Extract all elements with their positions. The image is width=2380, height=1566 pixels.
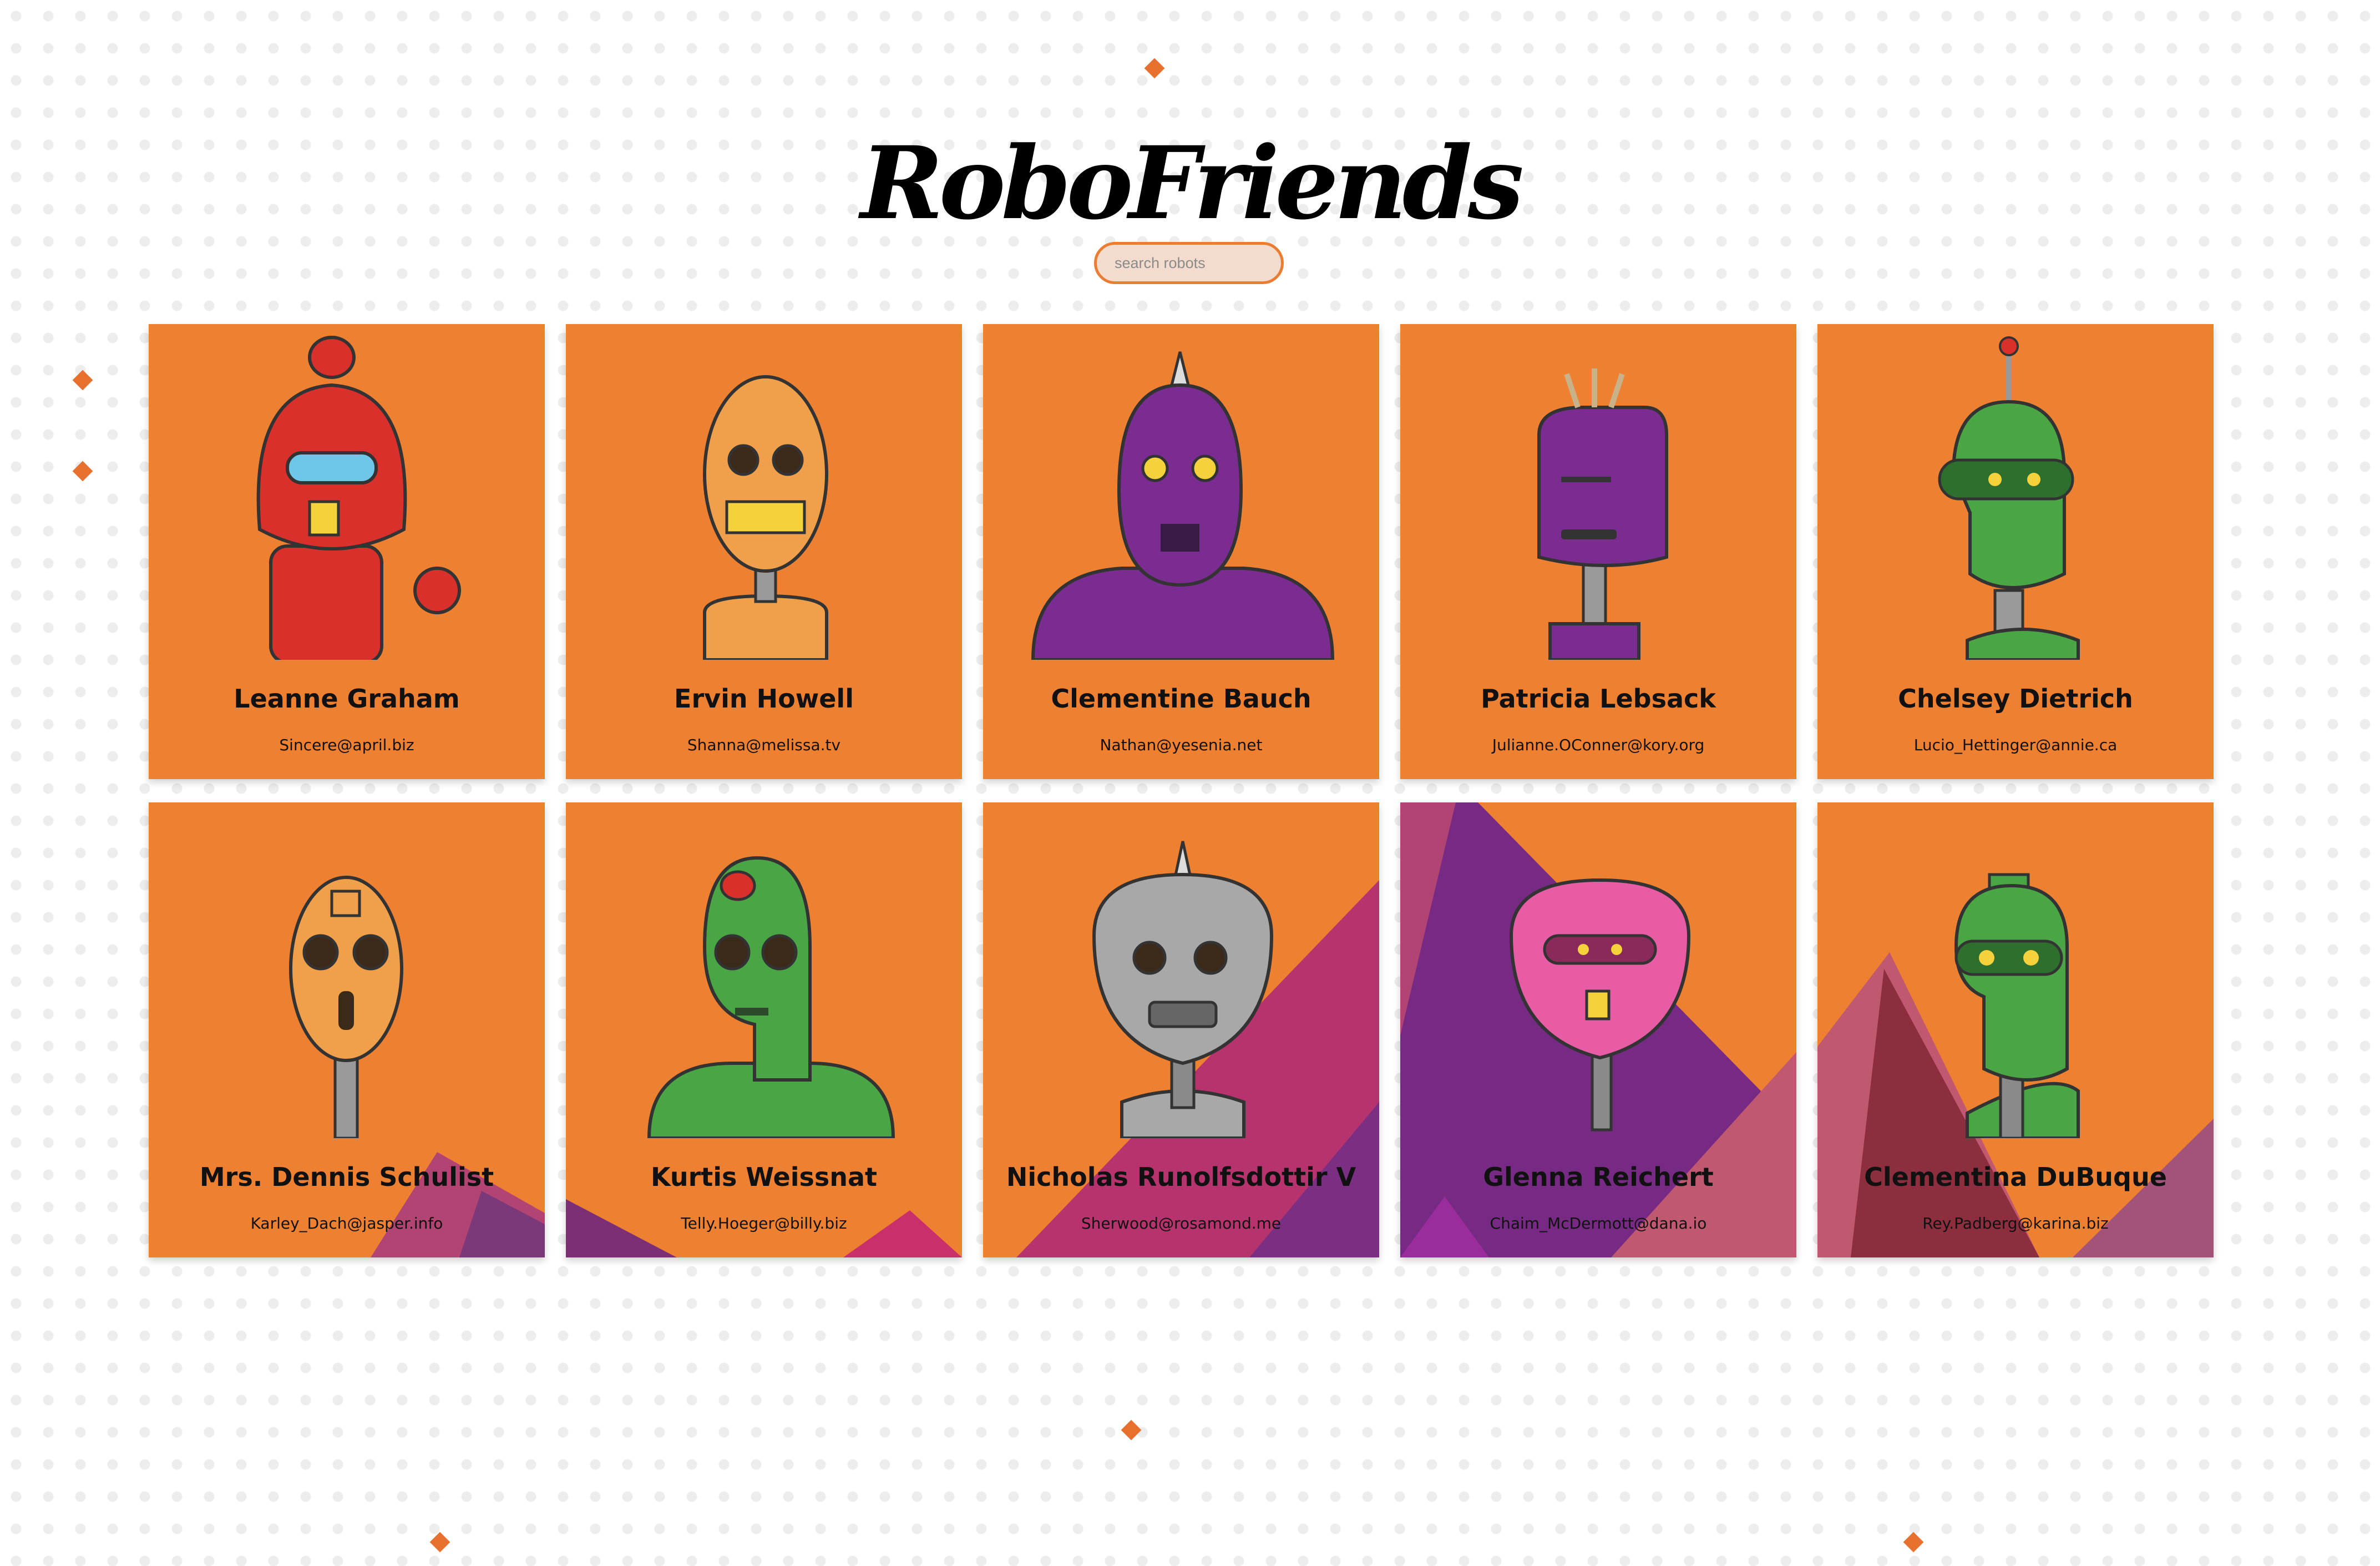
robot-name: Mrs. Dennis Schulist (199, 1162, 494, 1192)
robot-avatar-icon (289, 876, 403, 1138)
robot-avatar-icon (647, 856, 895, 1138)
robot-avatar-icon (1031, 351, 1335, 660)
robot-card[interactable]: Leanne Graham Sincere@april.biz (149, 324, 545, 779)
robot-name: Clementina DuBuque (1864, 1162, 2167, 1192)
search-input[interactable] (1094, 242, 1284, 284)
robot-email: Telly.Hoeger@billy.biz (681, 1214, 847, 1232)
robot-name: Nicholas Runolfsdottir V (1006, 1162, 1356, 1192)
robot-email: Shanna@melissa.tv (687, 736, 841, 754)
decorative-diamond (1903, 1532, 1924, 1553)
robot-email: Sincere@april.biz (279, 736, 414, 754)
robot-avatar-icon (703, 375, 828, 660)
robot-card[interactable]: Nicholas Runolfsdottir V Sherwood@rosamo… (983, 802, 1379, 1257)
robot-avatar-icon (1938, 336, 2080, 660)
robot-name: Chelsey Dietrich (1898, 684, 2133, 714)
robot-avatar-icon (256, 336, 461, 660)
decorative-diamond (1121, 1419, 1142, 1441)
app-title: RoboFriends (860, 124, 1524, 242)
page: RoboFriends Leanne Graham Sincere@april.… (0, 0, 2380, 1566)
robot-card[interactable]: Chelsey Dietrich Lucio_Hettinger@annie.c… (1817, 324, 2214, 779)
robot-card[interactable]: Glenna Reichert Chaim_McDermott@dana.io (1400, 802, 1796, 1257)
robot-card-list: Leanne Graham Sincere@april.biz Ervin Ho… (149, 324, 2215, 1259)
robot-email: Julianne.OConner@kory.org (1492, 736, 1705, 754)
robot-name: Kurtis Weissnat (650, 1162, 878, 1192)
robot-card[interactable]: Ervin Howell Shanna@melissa.tv (566, 324, 962, 779)
robot-avatar-icon (1092, 841, 1274, 1138)
robot-avatar-icon (1509, 878, 1691, 1131)
robot-email: Rey.Padberg@karina.biz (1922, 1214, 2109, 1232)
robot-email: Lucio_Hettinger@annie.ca (1913, 736, 2118, 754)
robot-email: Karley_Dach@jasper.info (250, 1214, 443, 1232)
decorative-diamond (72, 461, 93, 482)
robot-email: Sherwood@rosamond.me (1081, 1214, 1282, 1232)
robot-card[interactable]: Clementina DuBuque Rey.Padberg@karina.bi… (1817, 802, 2214, 1257)
robot-email: Chaim_McDermott@dana.io (1490, 1214, 1707, 1232)
robot-name: Ervin Howell (674, 684, 854, 714)
robot-email: Nathan@yesenia.net (1100, 736, 1263, 754)
decorative-diamond (1144, 58, 1165, 79)
decorative-diamond (72, 370, 93, 391)
robot-card[interactable]: Clementine Bauch Nathan@yesenia.net (983, 324, 1379, 779)
robot-name: Leanne Graham (234, 684, 460, 714)
robot-name: Patricia Lebsack (1481, 684, 1716, 714)
robot-card[interactable]: Patricia Lebsack Julianne.OConner@kory.o… (1400, 324, 1796, 779)
robot-name: Clementine Bauch (1051, 684, 1311, 714)
robot-avatar-icon (1954, 873, 2080, 1138)
robot-avatar-icon (1537, 368, 1668, 660)
robot-name: Glenna Reichert (1483, 1162, 1714, 1192)
robot-card[interactable]: Kurtis Weissnat Telly.Hoeger@billy.biz (566, 802, 962, 1257)
robot-card[interactable]: Mrs. Dennis Schulist Karley_Dach@jasper.… (149, 802, 545, 1257)
decorative-diamond (429, 1532, 450, 1553)
